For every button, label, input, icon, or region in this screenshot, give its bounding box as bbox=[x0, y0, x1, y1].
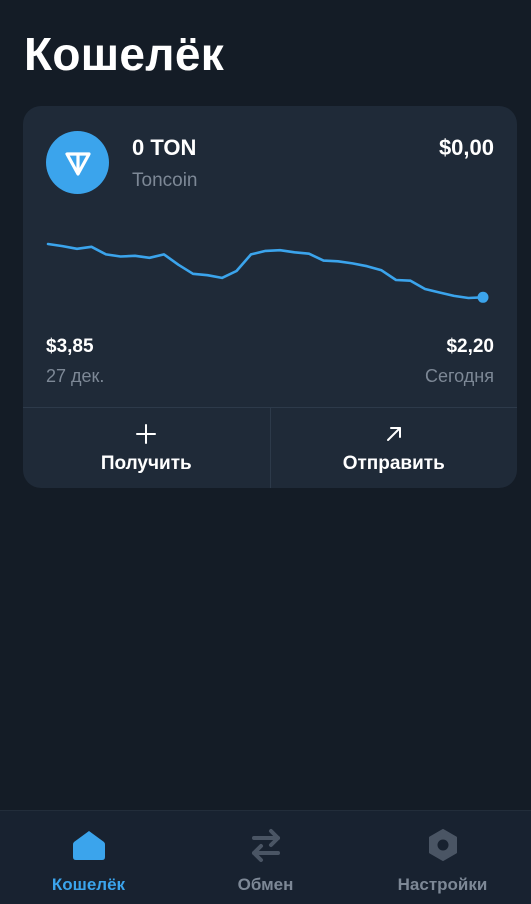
bottom-tab-bar: Кошелёк Обмен Настройки bbox=[0, 810, 531, 904]
price-chart bbox=[46, 242, 489, 303]
home-icon bbox=[71, 827, 107, 863]
chart-end-price: $2,20 bbox=[446, 336, 494, 357]
swap-arrows-icon bbox=[248, 827, 284, 863]
settings-hexagon-icon bbox=[425, 827, 461, 863]
coin-name: Toncoin bbox=[132, 170, 198, 191]
tab-settings[interactable]: Настройки bbox=[354, 811, 531, 904]
plus-icon bbox=[136, 423, 157, 445]
wallet-card[interactable]: 0 TON Toncoin $0,00 $3,85 27 дек. $2,20 … bbox=[23, 106, 517, 488]
price-end-dot bbox=[477, 291, 489, 303]
tab-swap[interactable]: Обмен bbox=[177, 811, 354, 904]
receive-button[interactable]: Получить bbox=[23, 408, 270, 488]
chart-start-price: $3,85 bbox=[46, 336, 94, 357]
send-button[interactable]: Отправить bbox=[269, 408, 518, 488]
tab-settings-label: Настройки bbox=[397, 875, 488, 894]
ton-diamond-icon bbox=[46, 131, 109, 194]
token-balance: 0 TON bbox=[132, 135, 197, 160]
card-actions: Получить Отправить bbox=[23, 407, 517, 488]
fiat-balance: $0,00 bbox=[438, 135, 494, 160]
price-line bbox=[46, 242, 485, 300]
chart-start-date: 27 дек. bbox=[46, 366, 105, 386]
chart-end-date: Сегодня bbox=[425, 366, 494, 386]
send-label: Отправить bbox=[342, 452, 445, 474]
receive-label: Получить bbox=[100, 452, 192, 474]
tab-wallet[interactable]: Кошелёк bbox=[0, 811, 177, 904]
page-title: Кошелёк bbox=[24, 28, 225, 80]
arrow-up-right-icon bbox=[385, 423, 403, 445]
tab-wallet-label: Кошелёк bbox=[51, 875, 126, 894]
tab-swap-label: Обмен bbox=[237, 875, 294, 894]
